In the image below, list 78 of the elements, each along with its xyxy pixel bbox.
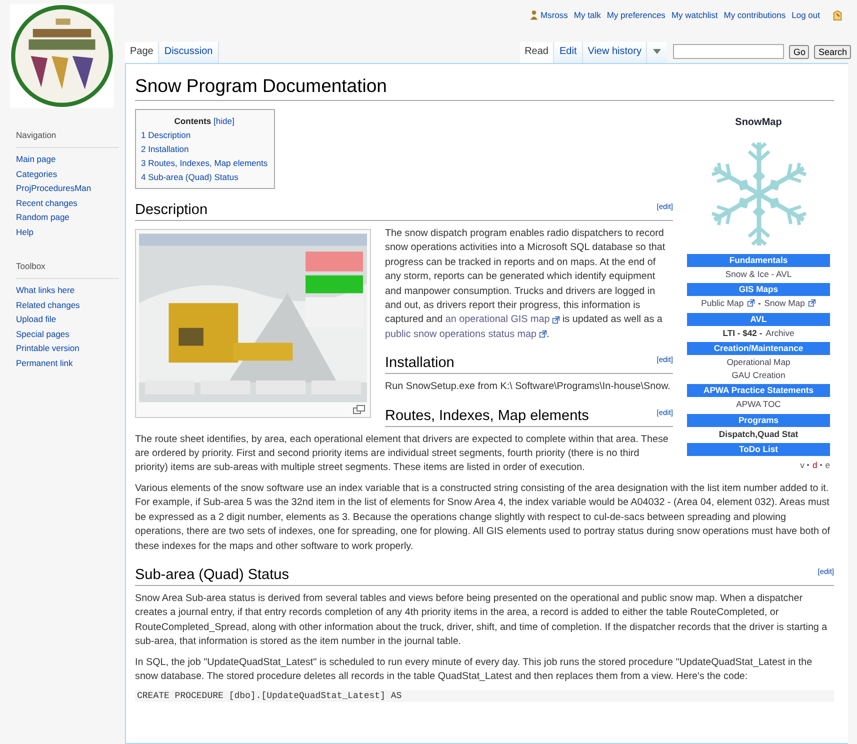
- group-heading: AVL: [687, 312, 830, 326]
- sidebar-link[interactable]: Categories: [16, 166, 125, 181]
- infobox-text: -: [757, 297, 762, 310]
- infobox-link[interactable]: Snow Map: [764, 297, 805, 310]
- section-heading: Installation: [385, 354, 454, 374]
- external-link-icon: [552, 316, 560, 324]
- group-heading: APWA Practice Statements: [687, 384, 830, 397]
- external-link-icon: [538, 330, 547, 338]
- paragraph: Various elements of the snow software use an index variable that is a constructed string consisting of the area designation with the list item number added to it. For example, if Sub-area 5 was the 32nd item in the list of elements for Snow Area 4, the index variable would be A04032 - (Area 04, element 032). Areas must be expressed as a 2 digit number, elements as 3. Because the operations change slightly with respect to cul-de-sacs between spreading and plowing operations, there are two sets of indexes, one for spreading, one for plowing. All GIS elements used to portray status during snow operations must have both of these indexes for the maps and other software to work properly.: [135, 482, 831, 554]
- search-field[interactable]: [673, 44, 784, 59]
- note-icon[interactable]: [832, 10, 843, 20]
- contents-link[interactable]: 3 Routes, Indexes, Map elements: [141, 156, 268, 170]
- sidebar-link[interactable]: Upload file: [16, 312, 125, 326]
- infobox-link[interactable]: Archive: [766, 326, 794, 339]
- paragraph: Snow Area Sub-area status is derived from several tables and views before being presented on the operational and public snow map. When a dispatcher creates a journal entry, if that entry records completion of any 4th priority items in the area, a record is added to either the table RouteCompleted, or RouteCompleted_Spread, along with other information about the truck, driver, shift, and time of completion. If the dispatcher records that the driver is starting a sub-area, that information is stored as the item number in the journal table.: [135, 592, 828, 650]
- sidebar-link[interactable]: Main page: [16, 152, 125, 166]
- template-link[interactable]: e: [825, 459, 830, 472]
- contents-link[interactable]: 1 Description: [141, 128, 268, 142]
- paragraph: Run SnowSetup.exe from K:\ Software\Programs\In-house\Snow.: [385, 380, 672, 394]
- group-heading: Programs: [687, 414, 830, 426]
- more-menu-button[interactable]: [647, 42, 668, 63]
- sidebar-link[interactable]: Special pages: [16, 326, 125, 341]
- infobox-link[interactable]: Public Map: [701, 297, 744, 310]
- search-button[interactable]: Search: [814, 44, 851, 58]
- hide-link[interactable]: [hide]: [214, 116, 234, 126]
- external-link-icon: [808, 299, 816, 308]
- personal-link[interactable]: My preferences: [606, 10, 666, 20]
- infobox-text: Dispatch,Quad Stat: [718, 428, 798, 440]
- text-link[interactable]: public snow operations status map: [385, 328, 547, 340]
- sidebar-link[interactable]: Printable version: [16, 341, 125, 356]
- group-heading: Fundamentals: [687, 254, 830, 266]
- sidebar-link[interactable]: What links here: [16, 283, 125, 298]
- user-icon: [530, 10, 538, 20]
- personal-link[interactable]: Log out: [792, 10, 820, 20]
- code-block: CREATE PROCEDURE [dbo].[UpdateQuadStat_Latest] AS: [135, 690, 834, 702]
- sidebar-link[interactable]: ProjProceduresMan: [16, 181, 125, 196]
- external-link-icon: [746, 299, 755, 308]
- page-title: Snow Program Documentation: [135, 74, 834, 101]
- section-heading: Routes, Indexes, Map elements: [385, 406, 589, 426]
- view-tab[interactable]: View history: [582, 42, 648, 63]
- infobox-title: SnowMap: [734, 117, 783, 130]
- sidebar-link[interactable]: Permanent link: [16, 356, 125, 370]
- infobox-link[interactable]: GAU Creation: [732, 368, 786, 381]
- sidebar-link[interactable]: Random page: [16, 210, 125, 224]
- sidebar-heading: Navigation: [16, 130, 119, 148]
- paragraph: The route sheet identifies, by area, each operational element that drivers are expected to complete within that area. These are ordered by priority. First and second priority items are individual street segments, fourth priority (there is no third priority) items are sub-areas with multiple street segments. These items are listed in order of execution.: [135, 432, 670, 476]
- infobox-link[interactable]: Operational Map: [726, 356, 790, 368]
- view-tab[interactable]: Read: [520, 42, 554, 63]
- group-heading: GIS Maps: [687, 283, 830, 296]
- sidebar-link[interactable]: Recent changes: [16, 196, 125, 210]
- page-tab[interactable]: Discussion: [159, 42, 219, 63]
- personal-link[interactable]: My watchlist: [671, 10, 718, 20]
- personal-link[interactable]: My contributions: [724, 10, 786, 20]
- text-link[interactable]: an operational GIS map: [445, 314, 560, 326]
- group-heading: ToDo List: [687, 443, 830, 456]
- template-link[interactable]: v: [800, 459, 804, 472]
- contents-title: Contents: [174, 116, 212, 126]
- enlarge-icon[interactable]: [353, 405, 365, 414]
- section-heading: Sub-area (Quad) Status: [135, 566, 289, 585]
- user-link[interactable]: Msross: [540, 10, 568, 20]
- infobox-text: LTI - $42 -: [722, 326, 764, 339]
- section-heading: Description: [135, 201, 208, 220]
- view-tab[interactable]: Edit: [554, 42, 583, 63]
- sidebar-link[interactable]: Related changes: [16, 298, 125, 312]
- contents-link[interactable]: 2 Installation: [141, 142, 268, 156]
- page-tab[interactable]: Page: [125, 42, 160, 63]
- contents-link[interactable]: 4 Sub-area (Quad) Status: [141, 170, 268, 184]
- sidebar-link[interactable]: Help: [16, 224, 125, 239]
- template-link[interactable]: d: [812, 459, 818, 472]
- sidebar-heading: Toolbox: [16, 261, 119, 279]
- caret-icon: [653, 49, 662, 54]
- search-button[interactable]: Go: [789, 44, 810, 58]
- personal-link[interactable]: My talk: [574, 10, 601, 20]
- infobox-link[interactable]: APWA TOC: [736, 398, 781, 410]
- infobox-link[interactable]: Snow & Ice - AVL: [725, 268, 792, 280]
- paragraph: The snow dispatch program enables radio dispatchers to record snow operations activities into a Microsoft SQL database so that progress can be tracked in reports and on maps. At the end of any storm, reports can be generated which identify equipment and manpower consumption. Trucks and drivers are logged in and out, as drivers report their progress, this information is captured and an operational GIS map is updated as well as a public snow operations status map .: [385, 227, 666, 342]
- group-heading: Creation/Maintenance: [687, 342, 830, 355]
- paragraph: In SQL, the job "UpdateQuadStat_Latest" is scheduled to run every minute of every day. This job runs the stored procedure "UpdateQuadStat_Latest in the snow database. The stored procedure deletes all records in the table QuadStat_Latest and then replaces them from a view. Here's the code:: [135, 656, 814, 684]
